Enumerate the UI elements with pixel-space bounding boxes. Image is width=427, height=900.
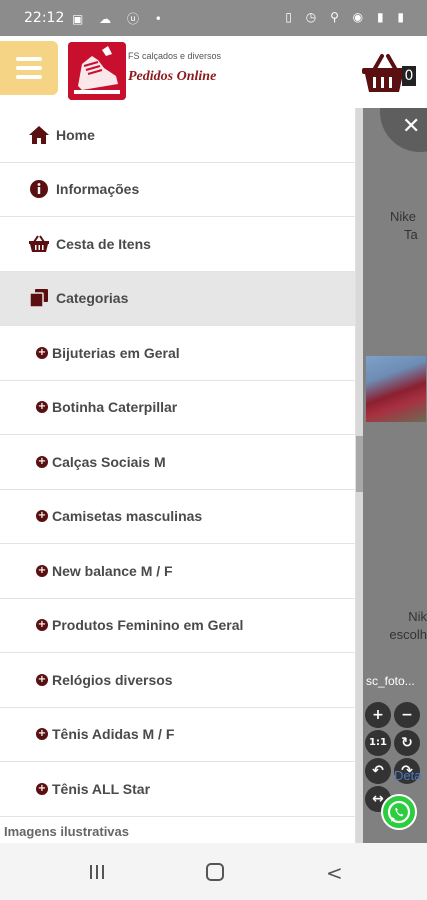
brand-tagline: FS calçados e diversos [128, 51, 222, 61]
drawer-scrollbar[interactable] [356, 108, 363, 843]
zoom-reset-button[interactable]: 1:1 [365, 730, 391, 756]
menu-label: Home [56, 126, 95, 143]
rotate-button[interactable]: ↻ [394, 730, 420, 756]
photo-caption: sc_foto... [366, 674, 415, 688]
home-nav-icon[interactable] [206, 863, 224, 881]
category-item[interactable]: + Botinha Caterpillar [0, 381, 355, 435]
basket-icon [28, 233, 50, 255]
menu-line-icon [16, 66, 42, 70]
side-drawer-menu: Home Informações Cesta de Itens Categori… [0, 108, 356, 843]
bg-product-desc: Nik escolh [389, 609, 427, 642]
whatsapp-button[interactable] [381, 794, 417, 830]
category-item[interactable]: + Bijuterias em Geral [0, 326, 355, 381]
footer-disclaimer: Imagens ilustrativas [4, 824, 129, 839]
whatsapp-icon [387, 800, 411, 824]
menu-item-cesta[interactable]: Cesta de Itens [0, 217, 355, 272]
status-left-icons: ▣ ☁ ⓤ • [72, 12, 168, 26]
category-item[interactable]: + Produtos Feminino em Geral [0, 599, 355, 653]
home-icon [28, 124, 50, 146]
plus-circle-icon: + [36, 619, 48, 632]
category-item[interactable]: + Relógios diversos [0, 653, 355, 708]
system-navigation-bar: < [0, 843, 427, 900]
brand-title: Pedidos Online [128, 69, 217, 84]
sneaker-logo-icon [68, 42, 126, 100]
category-label: Botinha Caterpillar [52, 399, 178, 416]
background-content: ✕ Nike Ta Nik escolh sc_foto... + − 1:1 … [356, 108, 427, 843]
category-item[interactable]: + Camisetas masculinas [0, 490, 355, 544]
info-icon [28, 178, 50, 200]
category-label: Camisetas masculinas [52, 508, 203, 525]
category-label: Bijuterias em Geral [52, 344, 180, 361]
copy-icon [28, 287, 50, 309]
category-label: Tênis ALL Star [52, 780, 151, 797]
cart-count-badge: 0 [402, 66, 416, 86]
brand-logo[interactable] [68, 42, 126, 100]
menu-item-home[interactable]: Home [0, 108, 355, 163]
plus-circle-icon: + [36, 782, 48, 795]
status-bar: 22:12 ▣ ☁ ⓤ • ▯ ◷ ⚲ ◉ ▮ ▮ [0, 0, 427, 36]
menu-item-informacoes[interactable]: Informações [0, 163, 355, 217]
menu-label: Informações [56, 181, 140, 198]
scrollbar-thumb[interactable] [356, 436, 363, 492]
menu-line-icon [16, 57, 42, 61]
category-item[interactable]: + New balance M / F [0, 544, 355, 599]
details-link[interactable]: Deta [394, 768, 421, 783]
status-right-icons: ▯ ◷ ⚲ ◉ ▮ ▮ [285, 10, 409, 24]
status-time: 22:12 [24, 10, 65, 26]
recents-icon[interactable] [88, 865, 106, 879]
category-label: Produtos Feminino em Geral [52, 617, 244, 634]
plus-circle-icon: + [36, 564, 48, 577]
category-label: Calças Sociais M [52, 453, 166, 470]
category-label: Relógios diversos [52, 671, 173, 688]
menu-label: Categorias [56, 290, 129, 307]
menu-label: Cesta de Itens [56, 235, 151, 252]
menu-item-categorias[interactable]: Categorias [0, 271, 355, 326]
bg-product-title: Nike Ta [390, 209, 418, 242]
plus-circle-icon: + [36, 401, 48, 414]
category-item[interactable]: + Tênis Adidas M / F [0, 708, 355, 762]
menu-line-icon [16, 75, 42, 79]
undo-rotate-button[interactable]: ↶ [365, 758, 391, 784]
zoom-in-button[interactable]: + [365, 702, 391, 728]
app-header: FS calçados e diversos Pedidos Online 0 [0, 36, 427, 108]
hamburger-menu-button[interactable] [0, 41, 58, 95]
category-item[interactable]: + Calças Sociais M [0, 435, 355, 490]
category-label: New balance M / F [52, 562, 173, 579]
zoom-out-button[interactable]: − [394, 702, 420, 728]
close-icon[interactable]: ✕ [402, 114, 420, 139]
plus-circle-icon: + [36, 346, 48, 359]
product-photo[interactable] [366, 356, 426, 422]
plus-circle-icon: + [36, 510, 48, 523]
plus-circle-icon: + [36, 673, 48, 686]
plus-circle-icon: + [36, 455, 48, 468]
plus-circle-icon: + [36, 728, 48, 741]
back-icon[interactable]: < [326, 861, 343, 885]
category-label: Tênis Adidas M / F [52, 726, 175, 743]
category-item[interactable]: + Tênis ALL Star [0, 762, 355, 817]
